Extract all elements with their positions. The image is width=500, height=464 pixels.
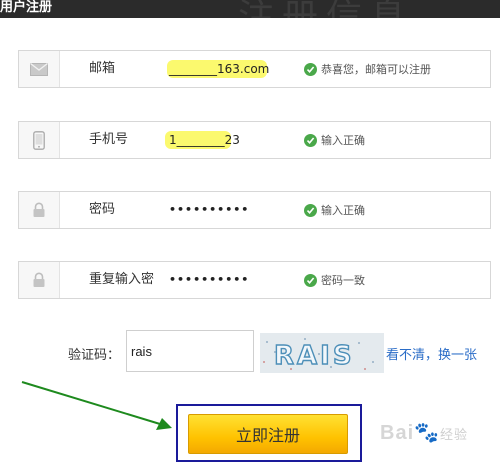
register-button[interactable]: 立即注册 [188,414,348,454]
paw-icon: 🐾 [414,422,441,444]
baidu-watermark: Bai🐾经验 [380,420,468,445]
watermark-brand: Bai [380,422,415,444]
annotation-arrow [21,381,172,430]
watermark-suffix: 经验 [440,427,469,442]
register-highlight-frame: 立即注册 [176,404,362,462]
